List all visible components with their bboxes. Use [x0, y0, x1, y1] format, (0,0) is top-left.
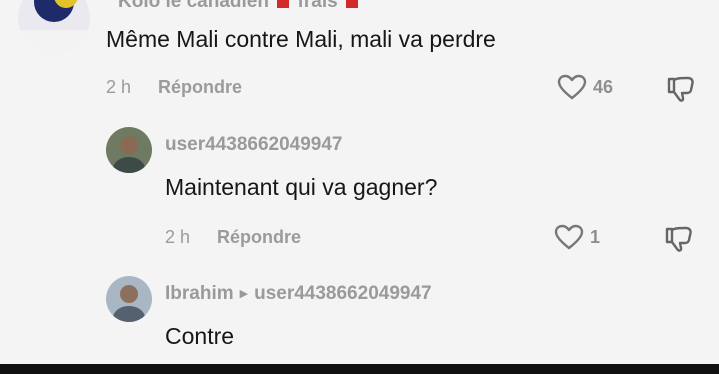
comment-time: 2 h — [106, 77, 132, 97]
comment-meta: 2 h Répondre — [106, 77, 242, 98]
comment-meta: 2 h Répondre — [165, 227, 301, 248]
reply-to-username[interactable]: user4438662049947 — [254, 283, 432, 304]
avatar[interactable] — [18, 0, 90, 54]
flag-icon — [345, 0, 358, 8]
comment-time: 2 h — [165, 227, 191, 247]
reply-button[interactable]: Répondre — [158, 77, 242, 97]
avatar[interactable] — [106, 276, 152, 322]
comment-text: Même Mali contre Mali, mali va perdre — [106, 26, 496, 52]
like-button[interactable]: 1 — [554, 224, 600, 250]
dislike-button[interactable] — [666, 75, 696, 108]
comment-text: Contre — [165, 323, 235, 349]
comment-username[interactable]: Kolo le canadien frais — [118, 0, 361, 13]
username-text: Kolo le canadien — [118, 0, 269, 12]
dislike-button[interactable] — [664, 225, 694, 258]
heart-outline-icon — [554, 224, 584, 250]
like-count: 1 — [590, 226, 601, 247]
username-suffix: frais — [297, 0, 338, 12]
heart-outline-icon — [557, 74, 587, 100]
avatar[interactable] — [106, 127, 152, 173]
comment-username[interactable]: Ibrahim ▶ user4438662049947 — [165, 283, 432, 305]
comment-text: Maintenant qui va gagner? — [165, 174, 438, 200]
like-button[interactable]: 46 — [557, 74, 613, 100]
caret-right-icon: ▶ — [239, 288, 249, 300]
reply-button[interactable]: Répondre — [217, 227, 301, 247]
flag-icon — [277, 0, 290, 8]
comment-username[interactable]: user4438662049947 — [165, 134, 343, 156]
like-count: 46 — [593, 76, 614, 97]
thumbs-down-outline-icon — [665, 226, 692, 252]
username-text: Ibrahim — [165, 283, 234, 304]
bottom-bar — [0, 364, 719, 374]
thumbs-down-outline-icon — [667, 76, 694, 102]
